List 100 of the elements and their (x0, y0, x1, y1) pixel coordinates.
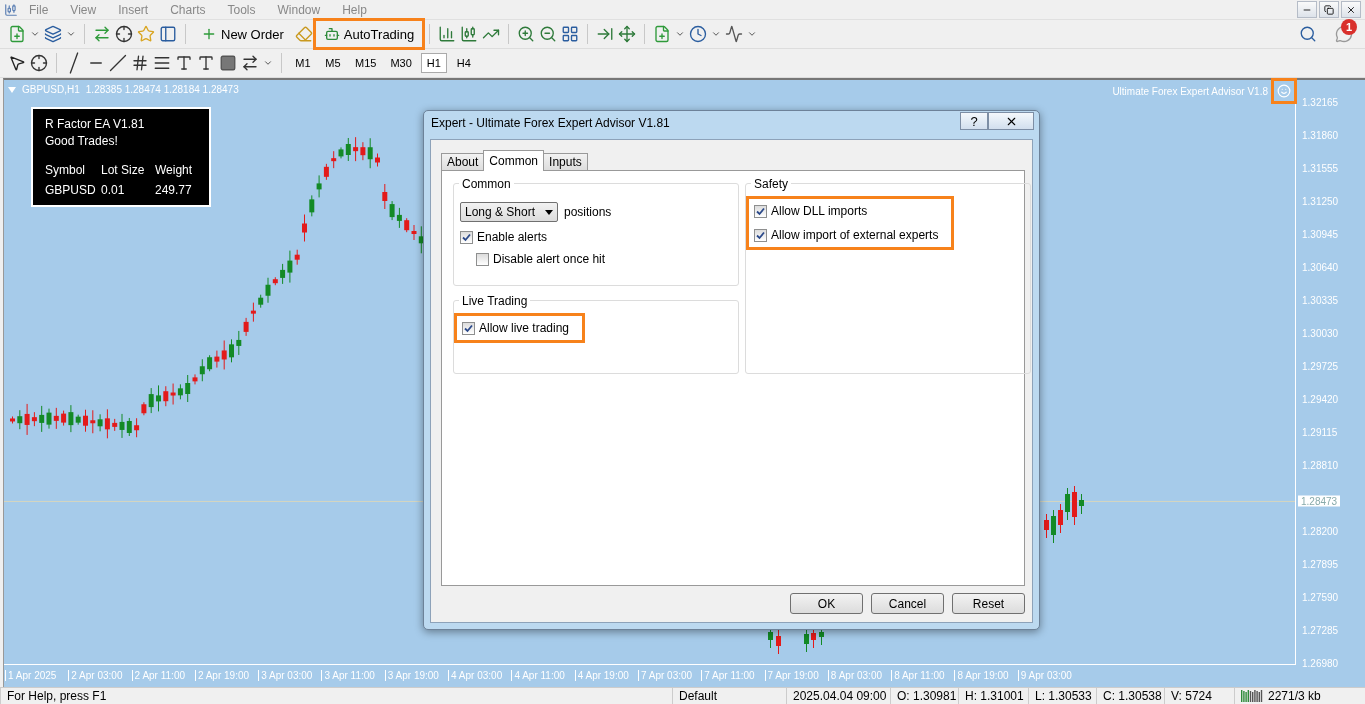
clock-icon[interactable] (689, 25, 708, 43)
timeframe-button[interactable]: H4 (450, 53, 477, 73)
restore-button[interactable] (1319, 1, 1339, 18)
checkbox[interactable] (754, 204, 767, 218)
candle (1051, 509, 1056, 544)
price-label: 1.32165 (1302, 96, 1339, 108)
candlestick-icon[interactable] (460, 25, 479, 43)
dropdown-caret-icon[interactable] (711, 29, 722, 39)
trend-line-icon[interactable] (109, 54, 127, 72)
time-label: 8 Apr 03:00 (827, 669, 892, 681)
timeframe-button[interactable]: M15 (350, 53, 382, 73)
checkbox-label: Disable alert once hit (493, 252, 606, 266)
dropdown[interactable]: Long & Short (460, 202, 558, 222)
crosshair-icon[interactable] (30, 54, 48, 72)
checkbox[interactable] (754, 228, 767, 242)
price-label: 1.31555 (1302, 162, 1339, 174)
candle (1058, 503, 1063, 534)
chart-ohlc: 1.28385 1.28474 1.28184 1.28473 (85, 84, 239, 95)
search-icon[interactable] (1299, 25, 1317, 43)
dropdown-caret-icon[interactable] (747, 29, 758, 39)
candle (302, 214, 307, 242)
price-label: 1.27590 (1302, 591, 1339, 603)
checkbox-label: Enable alerts (477, 230, 548, 244)
close-icon (1346, 4, 1356, 15)
dialog-button[interactable]: OK (790, 593, 863, 614)
status-cell: For Help, press F1 (0, 688, 672, 704)
restore-icon (1324, 4, 1334, 15)
timeframe-button[interactable]: M1 (290, 53, 316, 73)
candle (1079, 493, 1084, 515)
price-label: 1.30945 (1302, 228, 1339, 240)
tile-windows-icon[interactable] (561, 25, 580, 43)
star-icon[interactable] (137, 25, 155, 43)
group-title: Live Trading (459, 294, 531, 308)
price-label: 1.27285 (1302, 624, 1339, 636)
timeframe-button[interactable]: H1 (420, 53, 447, 73)
dropdown-caret-icon[interactable] (66, 29, 76, 39)
new-order-button[interactable]: New Order (194, 22, 291, 46)
time-label: 3 Apr 03:00 (258, 669, 322, 681)
crosshair-icon[interactable] (115, 25, 133, 43)
dropdown-caret-icon[interactable] (30, 29, 40, 39)
dropdown-caret-icon[interactable] (263, 58, 273, 68)
checkbox-label: Allow DLL imports (771, 204, 868, 218)
time-label: 2 Apr 03:00 (68, 669, 132, 681)
text-label-icon[interactable] (197, 54, 215, 72)
bar-chart-icon[interactable] (438, 25, 457, 43)
dialog-button[interactable]: Cancel (871, 593, 944, 614)
timeframe-button[interactable]: M30 (385, 53, 417, 73)
new-chart-icon[interactable] (8, 25, 26, 43)
robot-icon (323, 26, 340, 42)
help-button[interactable]: ? (960, 112, 988, 130)
candle (1065, 487, 1070, 521)
price-label: 1.26980 (1302, 657, 1339, 669)
timeframe-button[interactable]: M5 (320, 53, 346, 73)
cursor-icon[interactable] (8, 54, 26, 72)
zoom-in-icon[interactable] (517, 25, 536, 43)
time-label: 2 Apr 11:00 (131, 669, 195, 681)
group-title: Common (459, 177, 514, 191)
dialog-button[interactable]: Reset (952, 593, 1025, 614)
chart-symbol: GBPUSD,H1 (22, 84, 80, 95)
status-cell: Default (672, 688, 786, 704)
column-header: Symbol (45, 163, 86, 177)
tab[interactable]: Inputs (543, 153, 588, 171)
checkbox[interactable] (476, 252, 489, 266)
candle (776, 629, 781, 655)
time-label: 3 Apr 19:00 (384, 669, 449, 681)
status-cell: L: 1.30533 (1028, 688, 1096, 704)
price-label: 1.27895 (1302, 558, 1339, 570)
text-icon[interactable] (175, 54, 193, 72)
checkbox[interactable] (460, 230, 473, 244)
chart-shift-icon[interactable] (596, 25, 615, 43)
zoom-out-icon[interactable] (539, 25, 558, 43)
tab[interactable]: Common (483, 150, 545, 171)
time-label: 7 Apr 19:00 (764, 669, 828, 681)
autotrading-button[interactable]: AutoTrading (316, 22, 422, 46)
time-label: 4 Apr 11:00 (511, 669, 575, 681)
price-label: 1.28810 (1302, 459, 1339, 471)
status-cell: H: 1.31001 (958, 688, 1028, 704)
app-logo-icon (4, 2, 18, 17)
time-label: 2 Apr 19:00 (194, 669, 259, 681)
dropdown-caret-icon[interactable] (675, 29, 686, 39)
close-button[interactable] (1341, 1, 1361, 18)
price-label: 1.29115 (1302, 426, 1338, 438)
checkbox[interactable] (462, 321, 475, 335)
checkbox-label: Allow live trading (479, 321, 570, 335)
price-label: 1.30640 (1302, 261, 1339, 273)
price-label: 1.29420 (1302, 393, 1339, 405)
tab[interactable]: About (441, 153, 485, 171)
table-cell-text: GBPUSD (45, 183, 97, 197)
arrows-icon[interactable] (241, 54, 259, 72)
column-header: Weight (155, 163, 194, 177)
candle (83, 409, 88, 433)
status-cell: C: 1.30538 (1096, 688, 1164, 704)
panel-subtitle: Good Trades! (45, 134, 119, 148)
candle (10, 415, 15, 424)
rectangle-icon[interactable] (219, 54, 237, 72)
status-cell: O: 1.30981 (890, 688, 958, 704)
status-cell: 2025.04.04 09:00 (786, 688, 890, 704)
panel-title: R Factor EA V1.81 (45, 117, 146, 131)
time-label: 4 Apr 19:00 (574, 669, 638, 681)
time-label: 9 Apr 03:00 (1017, 669, 1082, 681)
